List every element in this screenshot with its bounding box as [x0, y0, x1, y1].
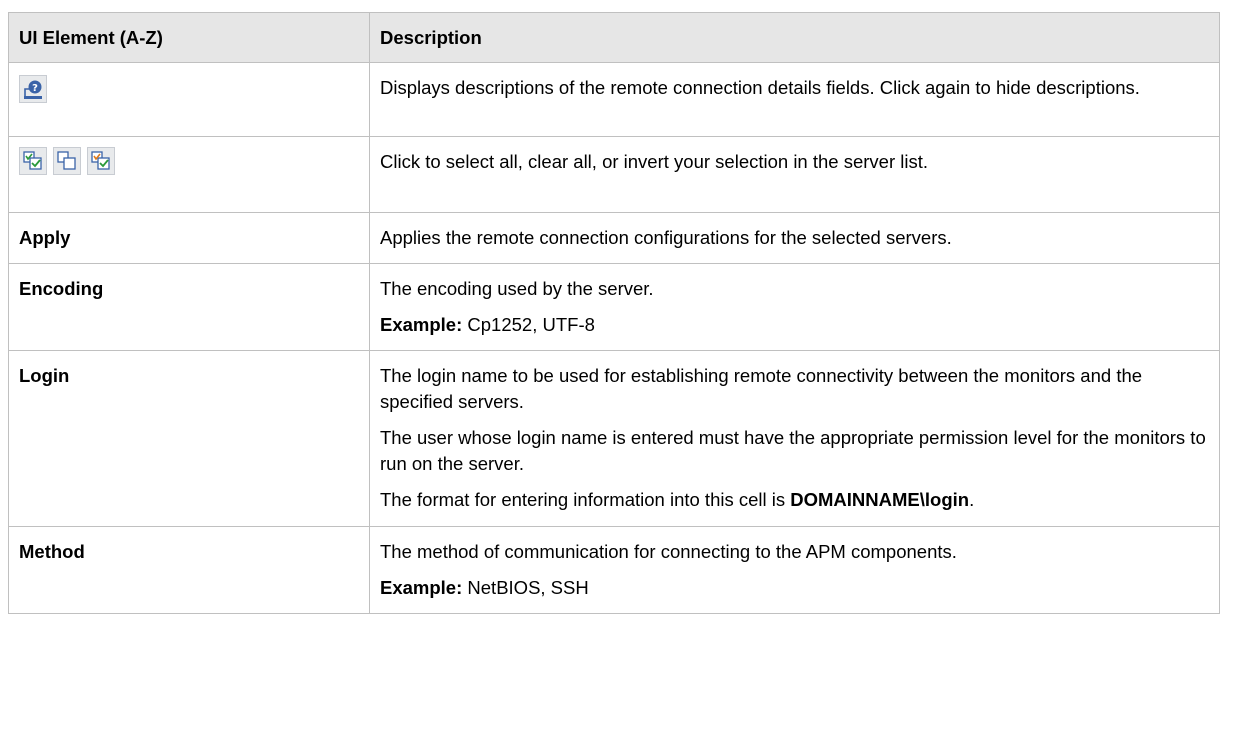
login-description-1: The login name to be used for establishi…	[380, 365, 1143, 412]
ui-element-method: Method	[8, 526, 370, 614]
help-description-text: Displays descriptions of the remote conn…	[380, 77, 1140, 98]
login-format-prefix: The format for entering information into…	[380, 489, 791, 510]
table-row: Click to select all, clear all, or inver…	[8, 136, 1220, 213]
login-format-value: DOMAINNAME\login	[790, 489, 970, 510]
login-description-2: The user whose login name is entered mus…	[380, 427, 1206, 474]
login-format-suffix: .	[969, 489, 975, 510]
header-description: Description	[369, 12, 1220, 63]
ui-element-login: Login	[8, 350, 370, 527]
description-cell: The login name to be used for establishi…	[369, 350, 1220, 527]
table-row: Apply Applies the remote connection conf…	[8, 212, 1220, 264]
select-all-icon[interactable]	[19, 147, 47, 175]
svg-text:?: ?	[32, 83, 38, 94]
table-row: ? Displays descriptions of the remote co…	[8, 62, 1220, 137]
method-description-text: The method of communication for connecti…	[380, 541, 957, 562]
apply-description-text: Applies the remote connection configurat…	[380, 227, 952, 248]
description-cell: Displays descriptions of the remote conn…	[369, 62, 1220, 137]
ui-element-encoding: Encoding	[8, 263, 370, 351]
example-label: Example:	[380, 314, 463, 335]
help-description-icon[interactable]: ?	[19, 75, 47, 103]
encoding-example: Example: Cp1252, UTF-8	[380, 312, 1209, 338]
example-value: NetBIOS, SSH	[462, 577, 589, 598]
encoding-description-text: The encoding used by the server.	[380, 278, 654, 299]
table-row: Login The login name to be used for esta…	[8, 350, 1220, 527]
example-value: Cp1252, UTF-8	[462, 314, 595, 335]
clear-all-icon[interactable]	[53, 147, 81, 175]
invert-selection-icon[interactable]	[87, 147, 115, 175]
ui-elements-table: UI Element (A-Z) Description ? Displays …	[8, 12, 1220, 614]
description-cell: The encoding used by the server. Example…	[369, 263, 1220, 351]
method-example: Example: NetBIOS, SSH	[380, 575, 1209, 601]
selection-icon-group	[19, 147, 117, 175]
header-ui-element: UI Element (A-Z)	[8, 12, 370, 63]
example-label: Example:	[380, 577, 463, 598]
ui-element-cell	[8, 136, 370, 213]
description-cell: The method of communication for connecti…	[369, 526, 1220, 614]
table-header-row: UI Element (A-Z) Description	[8, 12, 1220, 63]
description-cell: Click to select all, clear all, or inver…	[369, 136, 1220, 213]
ui-element-cell: ?	[8, 62, 370, 137]
table-row: Encoding The encoding used by the server…	[8, 263, 1220, 351]
description-cell: Applies the remote connection configurat…	[369, 212, 1220, 264]
table-row: Method The method of communication for c…	[8, 526, 1220, 614]
select-description-text: Click to select all, clear all, or inver…	[380, 151, 929, 172]
ui-element-apply: Apply	[8, 212, 370, 264]
login-description-3: The format for entering information into…	[380, 487, 1209, 513]
